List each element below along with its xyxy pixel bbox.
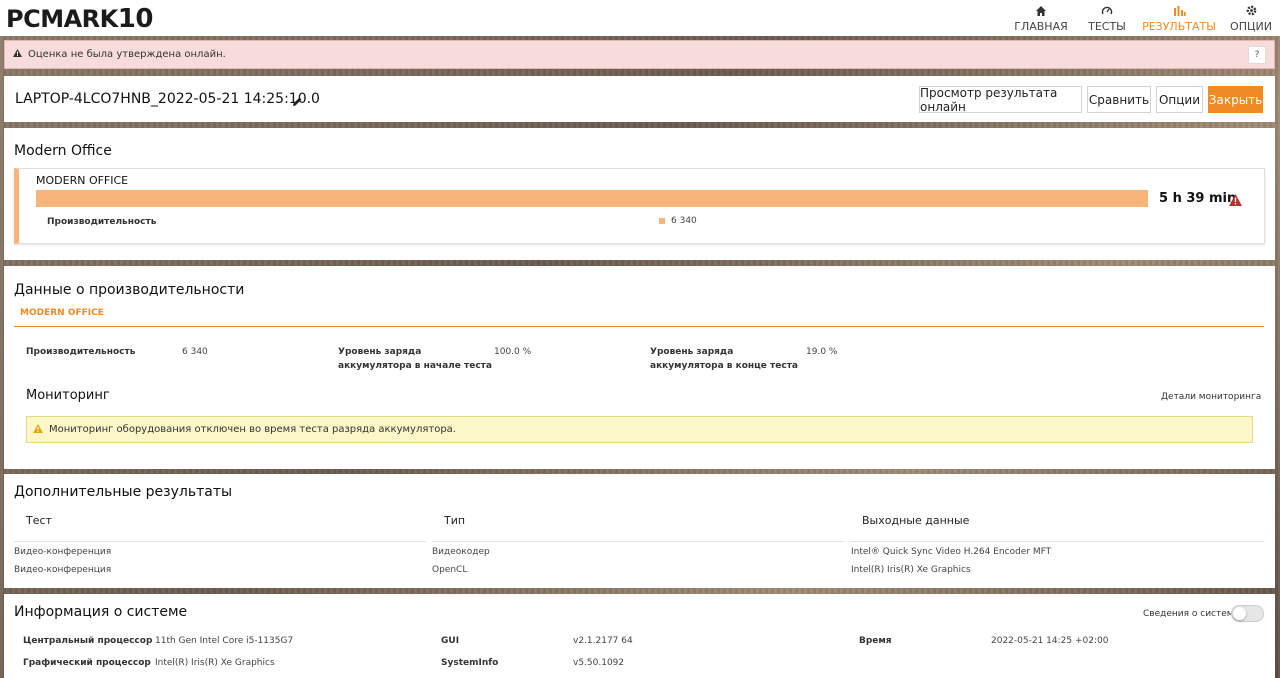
app-logo: PCMARK10 bbox=[6, 4, 153, 34]
cpu-value: 11th Gen Intel Core i5-1135G7 bbox=[155, 636, 294, 646]
header-divider bbox=[14, 541, 426, 542]
logo-number: 10 bbox=[117, 4, 154, 34]
monitoring-heading: Мониторинг bbox=[26, 388, 110, 403]
bar-chart-icon bbox=[1172, 4, 1186, 18]
table-cell: Видео-конференция bbox=[14, 565, 112, 575]
table-cell: Видео-конференция bbox=[14, 547, 112, 557]
logo-text: PCMARK bbox=[6, 5, 118, 33]
main-nav: ГЛАВНАЯ ТЕСТЫ РЕЗУЛЬТАТЫ ОПЦИИ bbox=[1004, 0, 1280, 36]
warning-icon bbox=[13, 49, 22, 60]
time-label: Время bbox=[859, 636, 892, 646]
time-value: 2022-05-21 14:25 +02:00 bbox=[991, 636, 1109, 646]
result-title: LAPTOP-4LCO7HNB_2022-05-21 14:25:10.0 bbox=[15, 91, 320, 107]
column-header-type: Тип bbox=[444, 514, 466, 527]
gui-value: v2.1.2177 64 bbox=[573, 636, 633, 646]
gauge-icon bbox=[1100, 4, 1114, 18]
options-button[interactable]: Опции bbox=[1156, 86, 1203, 113]
legend-swatch bbox=[659, 218, 665, 224]
perf-value: 6 340 bbox=[182, 347, 208, 357]
modern-office-card[interactable]: MODERN OFFICE 5 h 39 min Производительно… bbox=[14, 168, 1265, 244]
header-divider bbox=[432, 541, 844, 542]
battery-end-value: 19.0 % bbox=[806, 347, 838, 357]
table-cell: OpenCL bbox=[432, 565, 468, 575]
performance-heading: Данные о производительности bbox=[14, 282, 245, 298]
compare-button[interactable]: Сравнить bbox=[1087, 86, 1151, 113]
nav-tests-label: ТЕСТЫ bbox=[1088, 19, 1126, 33]
perf-label: Производительность bbox=[26, 347, 136, 357]
battery-start-value: 100.0 % bbox=[494, 347, 532, 357]
monitoring-details-link[interactable]: Детали мониторинга bbox=[1161, 392, 1261, 402]
column-header-test: Тест bbox=[26, 514, 52, 527]
battery-start-label-line2: аккумулятора в начале теста bbox=[338, 361, 492, 371]
table-cell: Intel® Quick Sync Video H.264 Encoder MF… bbox=[851, 547, 1052, 557]
table-cell: Intel(R) Iris(R) Xe Graphics bbox=[851, 565, 971, 575]
header-divider bbox=[850, 541, 1264, 542]
validation-alert: Оценка не была утверждена онлайн. ? bbox=[4, 40, 1275, 69]
tab-modern-office[interactable]: MODERN OFFICE bbox=[20, 308, 104, 318]
nav-home[interactable]: ГЛАВНАЯ bbox=[1012, 0, 1070, 36]
score-warning-icon bbox=[1229, 191, 1242, 210]
battery-start-label: Уровень заряда аккумулятора в начале тес… bbox=[338, 345, 492, 373]
nav-options-label: ОПЦИИ bbox=[1230, 19, 1272, 33]
battery-end-label-line2: аккумулятора в конце теста bbox=[650, 361, 798, 371]
nav-results-label: РЕЗУЛЬТАТЫ bbox=[1142, 19, 1216, 33]
pencil-icon[interactable] bbox=[292, 92, 303, 111]
battery-start-label-line1: Уровень заряда bbox=[338, 347, 422, 357]
nav-tests[interactable]: ТЕСТЫ bbox=[1078, 0, 1136, 36]
toggle-knob bbox=[1233, 607, 1246, 620]
view-online-button[interactable]: Просмотр результата онлайн bbox=[919, 86, 1082, 114]
home-icon bbox=[1034, 4, 1048, 18]
help-button[interactable]: ? bbox=[1248, 46, 1266, 64]
modern-office-heading: Modern Office bbox=[14, 143, 112, 159]
gpu-label: Графический процессор bbox=[23, 658, 151, 668]
system-info-heading: Информация о системе bbox=[14, 604, 188, 620]
nav-home-label: ГЛАВНАЯ bbox=[1014, 19, 1068, 33]
close-button[interactable]: Закрыть bbox=[1208, 86, 1263, 113]
tab-underline bbox=[14, 326, 1264, 327]
system-details-toggle[interactable] bbox=[1231, 605, 1264, 622]
warning-icon bbox=[33, 423, 43, 436]
sub-score-value: 6 340 bbox=[671, 216, 697, 226]
score-bar bbox=[36, 190, 1148, 207]
nav-results[interactable]: РЕЗУЛЬТАТЫ bbox=[1142, 0, 1216, 36]
systeminfo-label: SystemInfo bbox=[441, 658, 499, 668]
monitoring-warning-text: Мониторинг оборудования отключен во врем… bbox=[49, 424, 456, 435]
nav-options[interactable]: ОПЦИИ bbox=[1222, 0, 1280, 36]
column-header-output: Выходные данные bbox=[862, 514, 970, 527]
gpu-value: Intel(R) Iris(R) Xe Graphics bbox=[155, 658, 275, 668]
system-details-label: Сведения о системе bbox=[1143, 609, 1240, 619]
gear-icon bbox=[1244, 4, 1258, 18]
table-cell: Видеокодер bbox=[432, 547, 490, 557]
systeminfo-value: v5.50.1092 bbox=[573, 658, 625, 668]
card-title: MODERN OFFICE bbox=[36, 174, 129, 187]
battery-end-label-line1: Уровень заряда bbox=[650, 347, 734, 357]
additional-results-heading: Дополнительные результаты bbox=[14, 484, 233, 500]
battery-end-label: Уровень заряда аккумулятора в конце тест… bbox=[650, 345, 798, 373]
cpu-label: Центральный процессор bbox=[23, 636, 153, 646]
score-value: 5 h 39 min bbox=[1159, 191, 1237, 206]
monitoring-warning: Мониторинг оборудования отключен во врем… bbox=[26, 416, 1253, 443]
top-bar: PCMARK10 ГЛАВНАЯ ТЕСТЫ РЕЗУЛЬТАТЫ ОПЦИИ bbox=[0, 0, 1280, 36]
alert-text: Оценка не была утверждена онлайн. bbox=[28, 49, 226, 60]
sub-score-label: Производительность bbox=[47, 217, 157, 227]
gui-label: GUI bbox=[441, 636, 460, 646]
